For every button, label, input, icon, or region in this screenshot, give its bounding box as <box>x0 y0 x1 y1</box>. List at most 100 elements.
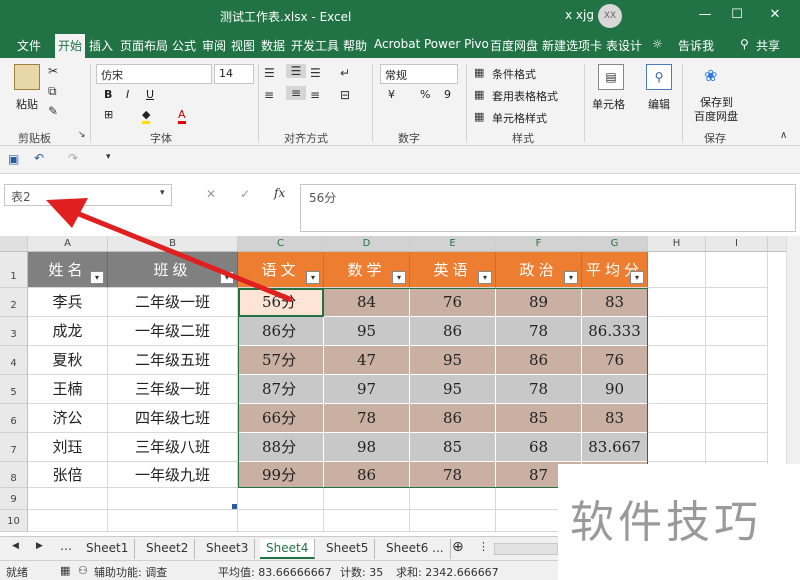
redo-icon[interactable]: ↷ <box>68 151 78 165</box>
cell-styles-icon[interactable]: ▦ <box>474 110 484 123</box>
empty-cell[interactable] <box>648 288 706 317</box>
col-header-a[interactable]: A <box>28 236 108 252</box>
table-cell-class[interactable]: 二年级一班 <box>108 288 238 317</box>
align-middle-icon[interactable]: ☰ <box>286 64 306 78</box>
table-header-math[interactable]: 数学 ▾ <box>324 252 410 288</box>
minimize-icon[interactable]: — <box>690 4 720 26</box>
cell-styles-button[interactable]: 单元格样式 <box>492 110 547 126</box>
table-cell-politics[interactable]: 89 <box>496 288 582 317</box>
empty-cell[interactable] <box>324 510 410 532</box>
empty-cell[interactable] <box>410 488 496 510</box>
empty-cell[interactable] <box>706 404 768 433</box>
customize-toolbar-icon[interactable]: ▾ <box>106 152 111 162</box>
filter-dropdown-icon[interactable]: ▾ <box>306 271 320 284</box>
table-header-average[interactable]: 平均分 ▾ <box>582 252 648 288</box>
col-header-i[interactable]: I <box>706 236 768 252</box>
dialog-launcher-icon[interactable]: ↘ <box>78 130 86 140</box>
table-cell-chinese[interactable]: 56分 <box>238 288 324 317</box>
table-cell-average[interactable]: 76 <box>582 346 648 375</box>
align-left-icon[interactable]: ≡ <box>264 88 274 102</box>
empty-cell[interactable] <box>324 488 410 510</box>
table-cell-class[interactable]: 三年级八班 <box>108 433 238 462</box>
table-cell-politics[interactable]: 85 <box>496 404 582 433</box>
more-sheets-icon[interactable]: … <box>60 539 72 553</box>
table-cell-class[interactable]: 一年级九班 <box>108 462 238 488</box>
accessibility-status[interactable]: 辅助功能: 调查 <box>94 564 167 580</box>
empty-cell[interactable] <box>648 404 706 433</box>
empty-cell[interactable] <box>28 488 108 510</box>
table-cell-class[interactable]: 三年级一班 <box>108 375 238 404</box>
tab-insert[interactable]: 插入 <box>89 37 113 54</box>
table-cell-english[interactable]: 86 <box>410 317 496 346</box>
cancel-icon[interactable]: ✕ <box>206 187 216 201</box>
formula-input[interactable]: 56分 <box>300 184 796 232</box>
table-cell-name[interactable]: 张倍 <box>28 462 108 488</box>
align-top-icon[interactable]: ☰ <box>264 66 275 80</box>
empty-cell[interactable] <box>706 317 768 346</box>
table-cell-average[interactable]: 90 <box>582 375 648 404</box>
table-cell-politics[interactable]: 78 <box>496 317 582 346</box>
filter-dropdown-icon[interactable]: ▾ <box>478 271 492 284</box>
close-icon[interactable]: ✕ <box>760 4 790 26</box>
add-sheet-icon[interactable]: ⊕ <box>452 539 464 555</box>
empty-cell[interactable] <box>706 288 768 317</box>
maximize-icon[interactable]: ☐ <box>722 4 752 26</box>
empty-cell[interactable] <box>648 375 706 404</box>
table-cell-chinese[interactable]: 99分 <box>238 462 324 488</box>
row-header-5[interactable]: 5 <box>0 375 28 404</box>
italic-icon[interactable]: I <box>126 88 129 101</box>
table-cell-chinese[interactable]: 66分 <box>238 404 324 433</box>
table-cell-english[interactable]: 86 <box>410 404 496 433</box>
table-cell-chinese[interactable]: 88分 <box>238 433 324 462</box>
paste-button[interactable]: 粘贴 <box>16 96 38 112</box>
avatar[interactable]: XX <box>598 4 622 28</box>
sheet-tab-4[interactable]: Sheet4 <box>260 539 316 559</box>
cut-icon[interactable]: ✂ <box>48 64 58 78</box>
table-cell-math[interactable]: 86 <box>324 462 410 488</box>
tab-view[interactable]: 视图 <box>231 37 255 54</box>
empty-cell[interactable] <box>648 317 706 346</box>
col-header-b[interactable]: B <box>108 236 238 252</box>
table-cell-politics[interactable]: 86 <box>496 346 582 375</box>
table-header-politics[interactable]: 政治 ▾ <box>496 252 582 288</box>
conditional-format-icon[interactable]: ▦ <box>474 66 484 79</box>
col-header-d[interactable]: D <box>324 236 410 252</box>
tab-acrobat[interactable]: Acrobat <box>374 37 420 51</box>
empty-cell[interactable] <box>28 510 108 532</box>
conditional-format-button[interactable]: 条件格式 <box>492 66 536 82</box>
table-cell-english[interactable]: 95 <box>410 346 496 375</box>
share-button[interactable]: 共享 <box>756 37 780 54</box>
paste-icon[interactable] <box>14 64 40 90</box>
col-header-g[interactable]: G <box>582 236 648 252</box>
table-cell-average[interactable]: 86.333 <box>582 317 648 346</box>
table-cell-english[interactable]: 95 <box>410 375 496 404</box>
fill-color-icon[interactable]: ◆ <box>142 108 151 124</box>
row-header-1[interactable]: 1 <box>0 252 28 288</box>
col-header-f[interactable]: F <box>496 236 582 252</box>
align-center-icon[interactable]: ≡ <box>286 86 306 100</box>
percent-icon[interactable]: % <box>420 88 430 101</box>
table-header-english[interactable]: 英语 ▾ <box>410 252 496 288</box>
undo-icon[interactable]: ↶ <box>34 151 44 165</box>
row-header-6[interactable]: 6 <box>0 404 28 433</box>
sheet-tab-3[interactable]: Sheet3 <box>200 539 256 559</box>
comma-icon[interactable]: 9 <box>444 88 451 101</box>
empty-cell[interactable] <box>706 252 768 288</box>
table-cell-name[interactable]: 济公 <box>28 404 108 433</box>
tab-page-layout[interactable]: 页面布局 <box>120 37 168 54</box>
cells-icon[interactable]: ▤ <box>598 64 624 90</box>
currency-icon[interactable]: ¥ <box>388 88 395 101</box>
filter-dropdown-icon[interactable]: ▾ <box>220 271 234 284</box>
empty-cell[interactable] <box>108 488 238 510</box>
empty-cell[interactable] <box>648 433 706 462</box>
table-cell-math[interactable]: 98 <box>324 433 410 462</box>
table-cell-class[interactable]: 一年级二班 <box>108 317 238 346</box>
table-cell-class[interactable]: 四年级七班 <box>108 404 238 433</box>
tab-table-design[interactable]: 表设计 <box>606 37 642 54</box>
tab-home[interactable]: 开始 <box>55 34 86 58</box>
table-cell-math[interactable]: 47 <box>324 346 410 375</box>
table-cell-name[interactable]: 王楠 <box>28 375 108 404</box>
tab-data[interactable]: 数据 <box>261 37 285 54</box>
copy-icon[interactable]: ⧉ <box>48 84 57 99</box>
underline-icon[interactable]: U <box>146 88 154 101</box>
